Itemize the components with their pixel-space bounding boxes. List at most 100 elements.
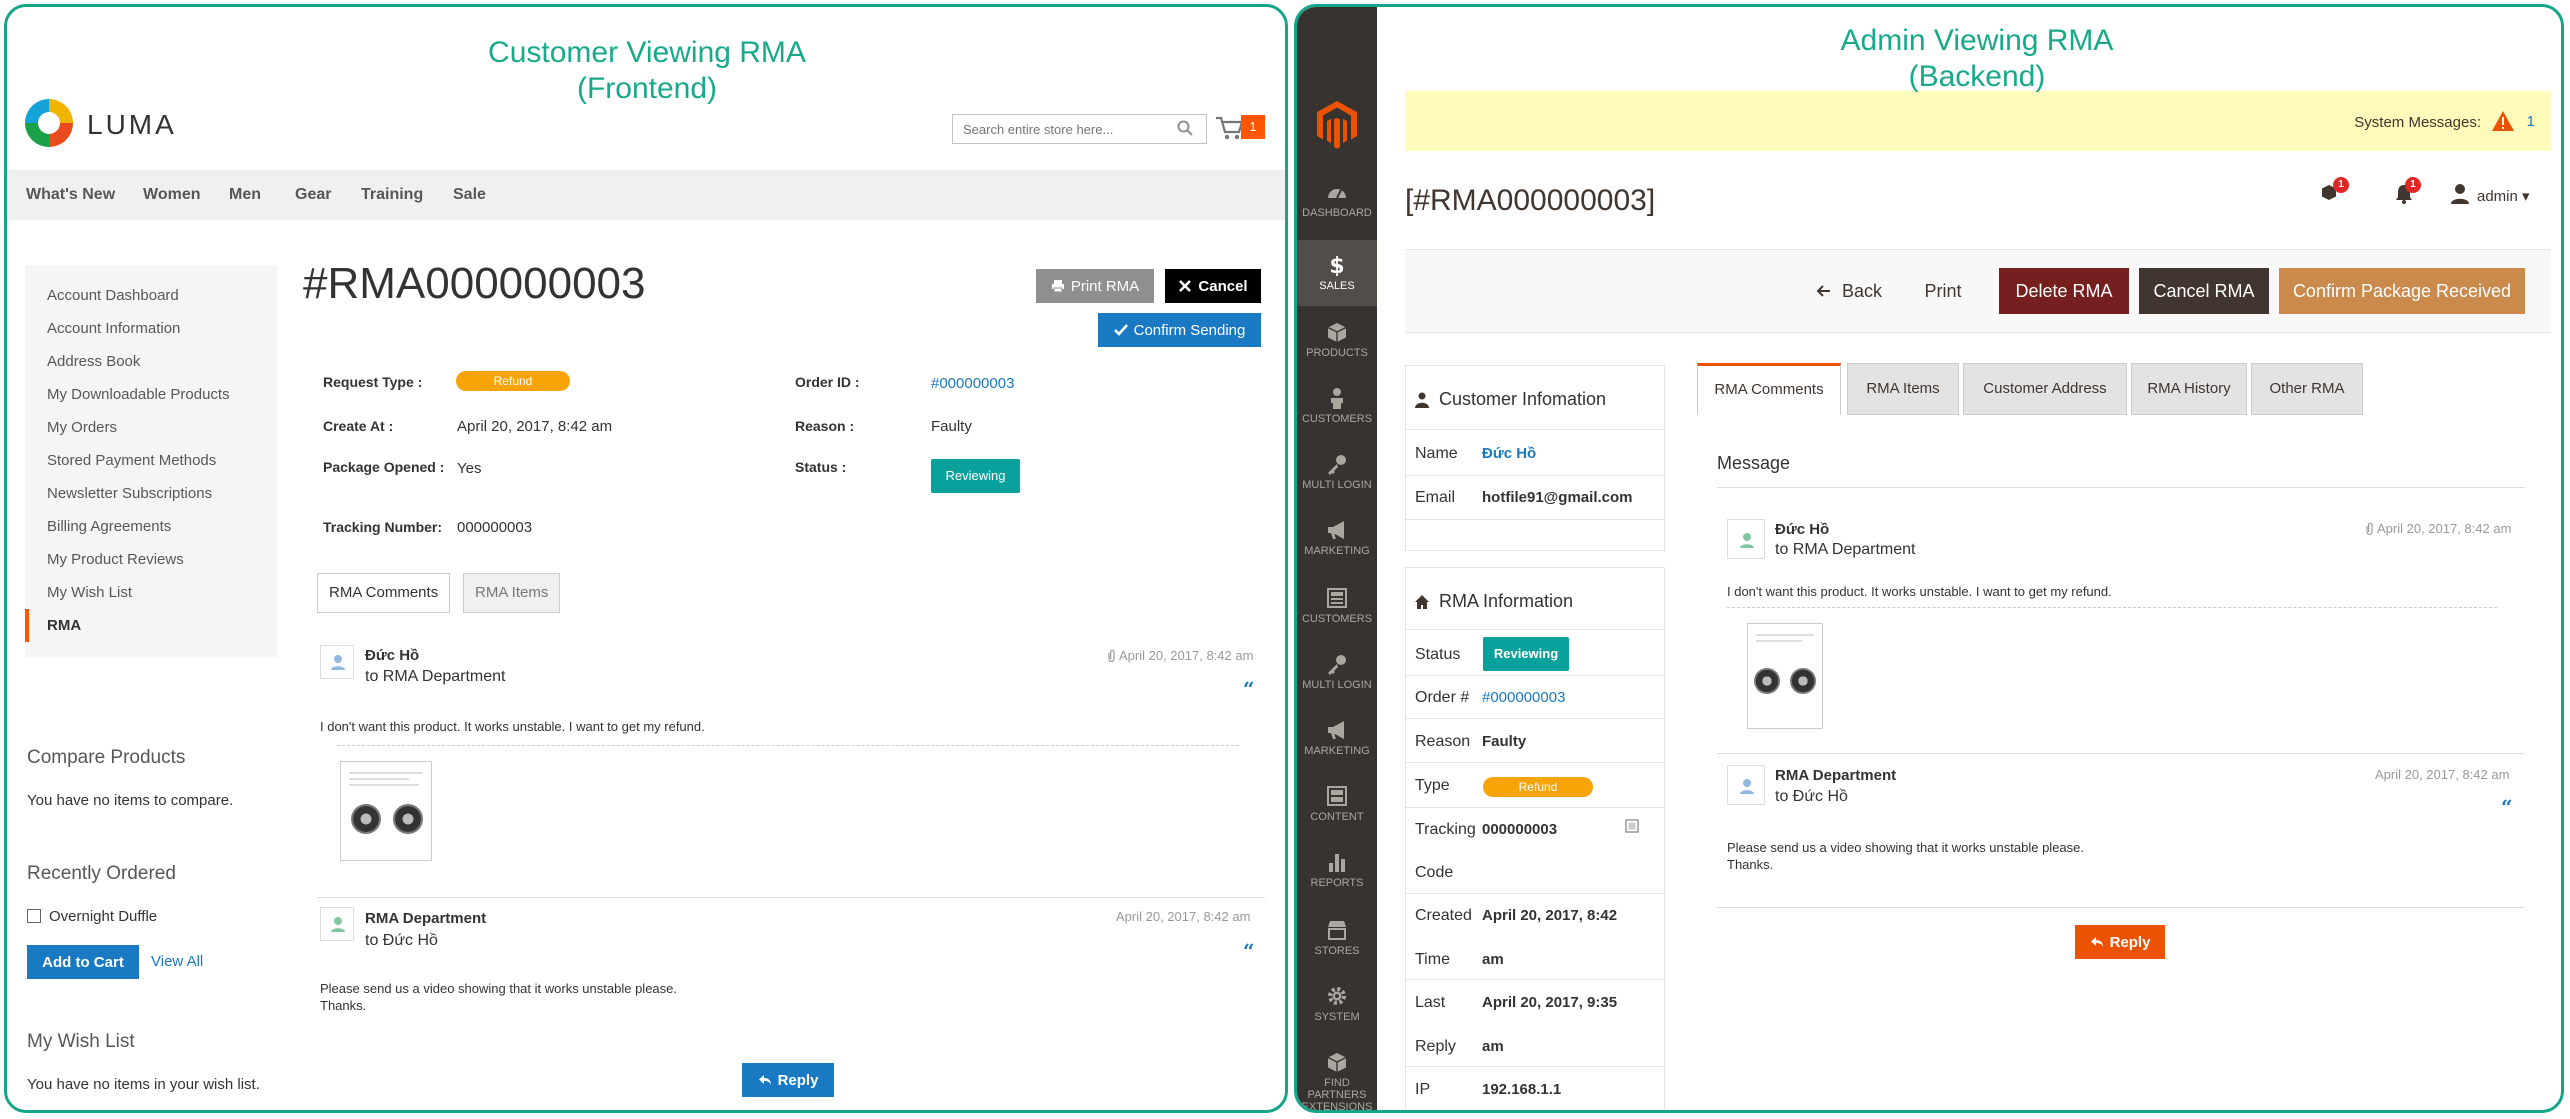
sidebar-item-address-book[interactable]: Address Book — [25, 345, 277, 378]
menu-label: MARKETING — [1304, 745, 1370, 757]
search-input[interactable] — [952, 114, 1207, 144]
tab-rma-comments[interactable]: RMA Comments — [317, 573, 451, 613]
package-opened-label: Package Opened : — [323, 459, 445, 475]
sidebar-item-rma[interactable]: RMA — [25, 609, 277, 642]
divider — [1405, 762, 1665, 763]
rma-created-label: Created — [1415, 907, 1472, 924]
customer-information-title: Customer Infomation — [1415, 389, 1606, 410]
tab-rma-items[interactable]: RMA Items — [1847, 363, 1959, 415]
cancel-rma-button[interactable]: Cancel RMA — [2139, 268, 2269, 314]
rma-created-label-line2: Time — [1415, 951, 1450, 968]
divider — [1405, 519, 1665, 520]
nav-sale[interactable]: Sale — [453, 186, 486, 204]
recent-item-checkbox[interactable] — [27, 909, 41, 923]
reply-button[interactable]: Reply — [742, 1063, 834, 1097]
confirm-package-received-button[interactable]: Confirm Package Received — [2279, 268, 2525, 314]
system-messages-count[interactable]: 1 — [2527, 113, 2535, 130]
admin-username: admin — [2477, 188, 2518, 205]
sidebar-item-account-information[interactable]: Account Information — [25, 312, 277, 345]
menu-dashboard[interactable]: DASHBOARD — [1297, 167, 1377, 233]
tab-rma-comments[interactable]: RMA Comments — [1697, 363, 1841, 415]
divider — [1405, 475, 1665, 476]
print-rma-button[interactable]: Print RMA — [1036, 269, 1154, 303]
view-all-link[interactable]: View All — [151, 953, 203, 970]
account-sidebar: Account Dashboard Account Information Ad… — [25, 265, 277, 657]
chevron-down-icon: ▾ — [2522, 188, 2530, 205]
menu-customers[interactable]: CUSTOMERS — [1297, 373, 1377, 439]
menu-reports[interactable]: REPORTS — [1297, 837, 1377, 903]
menu-content[interactable]: CONTENT — [1297, 771, 1377, 837]
menu-stores[interactable]: STORES — [1297, 905, 1377, 971]
divider — [1405, 429, 1665, 430]
nav-women[interactable]: Women — [143, 186, 200, 204]
comment-text: Thanks. — [1727, 857, 1774, 872]
attachment-thumbnail[interactable] — [1747, 623, 1823, 729]
attachment-thumbnail[interactable] — [340, 761, 432, 861]
tab-customer-address[interactable]: Customer Address — [1963, 363, 2127, 415]
megaphone-icon — [1328, 721, 1344, 739]
sidebar-item-stored-payment-methods[interactable]: Stored Payment Methods — [25, 444, 277, 477]
order-id-link[interactable]: #000000003 — [931, 375, 1014, 392]
menu-marketing[interactable]: MARKETING — [1297, 505, 1377, 571]
menu-system[interactable]: SYSTEM — [1297, 971, 1377, 1037]
sidebar-item-billing-agreements[interactable]: Billing Agreements — [25, 510, 277, 543]
tab-rma-history[interactable]: RMA History — [2131, 363, 2247, 415]
luma-logo-text[interactable]: LUMA — [87, 109, 177, 141]
menu-label: EXTENSIONS — [1301, 1101, 1373, 1113]
menu-sales[interactable]: $ SALES — [1297, 240, 1377, 306]
magento-logo-icon[interactable] — [1314, 99, 1360, 149]
menu-label: CUSTOMERS — [1301, 613, 1373, 625]
copy-icon[interactable] — [1625, 819, 1639, 833]
sidebar-item-wish-list[interactable]: My Wish List — [25, 576, 277, 609]
sidebar-item-my-orders[interactable]: My Orders — [25, 411, 277, 444]
quote-icon[interactable]: “ — [2501, 795, 2513, 819]
reply-button[interactable]: Reply — [2075, 925, 2165, 959]
delete-rma-button[interactable]: Delete RMA — [1999, 268, 2129, 314]
menu-find-partners-extensions[interactable]: FIND PARTNERS EXTENSIONS — [1297, 1037, 1377, 1110]
menu-marketing-2[interactable]: MARKETING — [1297, 705, 1377, 771]
nav-men[interactable]: Men — [229, 186, 261, 204]
divider — [1405, 1066, 1665, 1067]
admin-user-menu[interactable]: admin ▾ — [2477, 187, 2530, 205]
rma-type-label: Type — [1415, 777, 1450, 794]
reason-label: Reason : — [795, 418, 855, 434]
search-icon[interactable] — [1177, 120, 1193, 136]
user-icon[interactable] — [2449, 183, 2471, 205]
quote-icon[interactable]: “ — [1243, 939, 1255, 963]
customer-name-link[interactable]: Đức Hồ — [1482, 445, 1536, 462]
sidebar-item-newsletter-subscriptions[interactable]: Newsletter Subscriptions — [25, 477, 277, 510]
nav-whats-new[interactable]: What's New — [26, 186, 115, 204]
menu-customers-2[interactable]: CUSTOMERS — [1297, 573, 1377, 639]
sidebar-item-downloadable-products[interactable]: My Downloadable Products — [25, 378, 277, 411]
luma-logo-icon[interactable] — [25, 99, 73, 147]
quote-icon[interactable]: “ — [1243, 677, 1255, 701]
wish-list-title: My Wish List — [27, 1031, 135, 1052]
store-icon — [1328, 921, 1346, 940]
layout-icon — [1327, 588, 1347, 608]
menu-multi-login-2[interactable]: MULTI LOGIN — [1297, 639, 1377, 705]
print-button[interactable]: Print — [1913, 268, 1973, 314]
menu-products[interactable]: PRODUCTS — [1297, 307, 1377, 373]
layout-icon — [1327, 786, 1347, 806]
rma-tracking-value: 000000003 — [1482, 821, 1558, 838]
tab-other-rma[interactable]: Other RMA — [2251, 363, 2363, 415]
menu-multi-login[interactable]: MULTI LOGIN — [1297, 439, 1377, 505]
request-type-label: Request Type : — [323, 374, 423, 390]
tab-rma-items[interactable]: RMA Items — [463, 573, 561, 613]
section-divider — [1717, 487, 2525, 488]
sidebar-item-account-dashboard[interactable]: Account Dashboard — [25, 279, 277, 312]
nav-training[interactable]: Training — [361, 186, 423, 204]
request-type-badge: Refund — [456, 371, 570, 391]
cancel-button[interactable]: Cancel — [1165, 269, 1261, 303]
add-to-cart-button[interactable]: Add to Cart — [27, 945, 139, 979]
check-icon — [1113, 324, 1128, 336]
warning-icon[interactable] — [2491, 110, 2515, 132]
user-icon — [331, 655, 345, 670]
divider — [1405, 629, 1665, 630]
back-button[interactable]: Back — [1807, 268, 1891, 314]
nav-gear[interactable]: Gear — [295, 186, 331, 204]
rma-order-link[interactable]: #000000003 — [1482, 689, 1565, 706]
confirm-sending-button[interactable]: Confirm Sending — [1098, 313, 1261, 347]
dashboard-icon — [1328, 189, 1346, 199]
sidebar-item-product-reviews[interactable]: My Product Reviews — [25, 543, 277, 576]
